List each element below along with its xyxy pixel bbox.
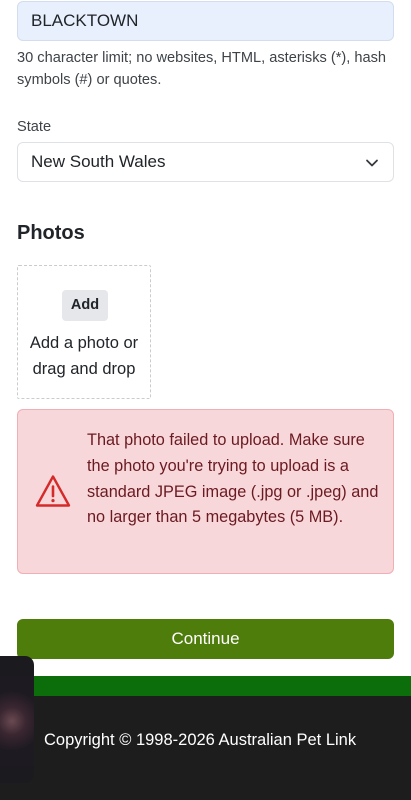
copyright-text: Copyright © 1998-2026 Australian Pet Lin…	[44, 731, 357, 749]
upload-error-message: That photo failed to upload. Make sure t…	[87, 431, 379, 527]
upload-error-alert: That photo failed to upload. Make sure t…	[17, 409, 394, 574]
footer-band	[0, 676, 411, 696]
add-photo-button[interactable]: Add	[62, 290, 108, 321]
footer: Copyright © 1998-2026 Australian Pet Lin…	[0, 696, 411, 800]
suburb-help-text: 30 character limit; no websites, HTML, a…	[17, 50, 387, 88]
chevron-down-icon	[366, 159, 378, 167]
warning-icon	[35, 475, 71, 507]
state-select[interactable]: New South Wales	[17, 142, 394, 182]
photos-heading: Photos	[17, 222, 85, 244]
video-thumbnail-image	[0, 676, 34, 766]
suburb-input[interactable]: BLACKTOWN	[17, 1, 394, 41]
video-thumbnail[interactable]	[0, 656, 34, 783]
state-label: State	[17, 119, 52, 135]
photo-dropzone[interactable]: Add Add a photo or drag and drop	[17, 265, 151, 399]
dropzone-text: Add a photo or drag and drop	[29, 334, 139, 378]
continue-button[interactable]: Continue	[17, 619, 394, 659]
state-select-value: New South Wales	[31, 152, 166, 171]
